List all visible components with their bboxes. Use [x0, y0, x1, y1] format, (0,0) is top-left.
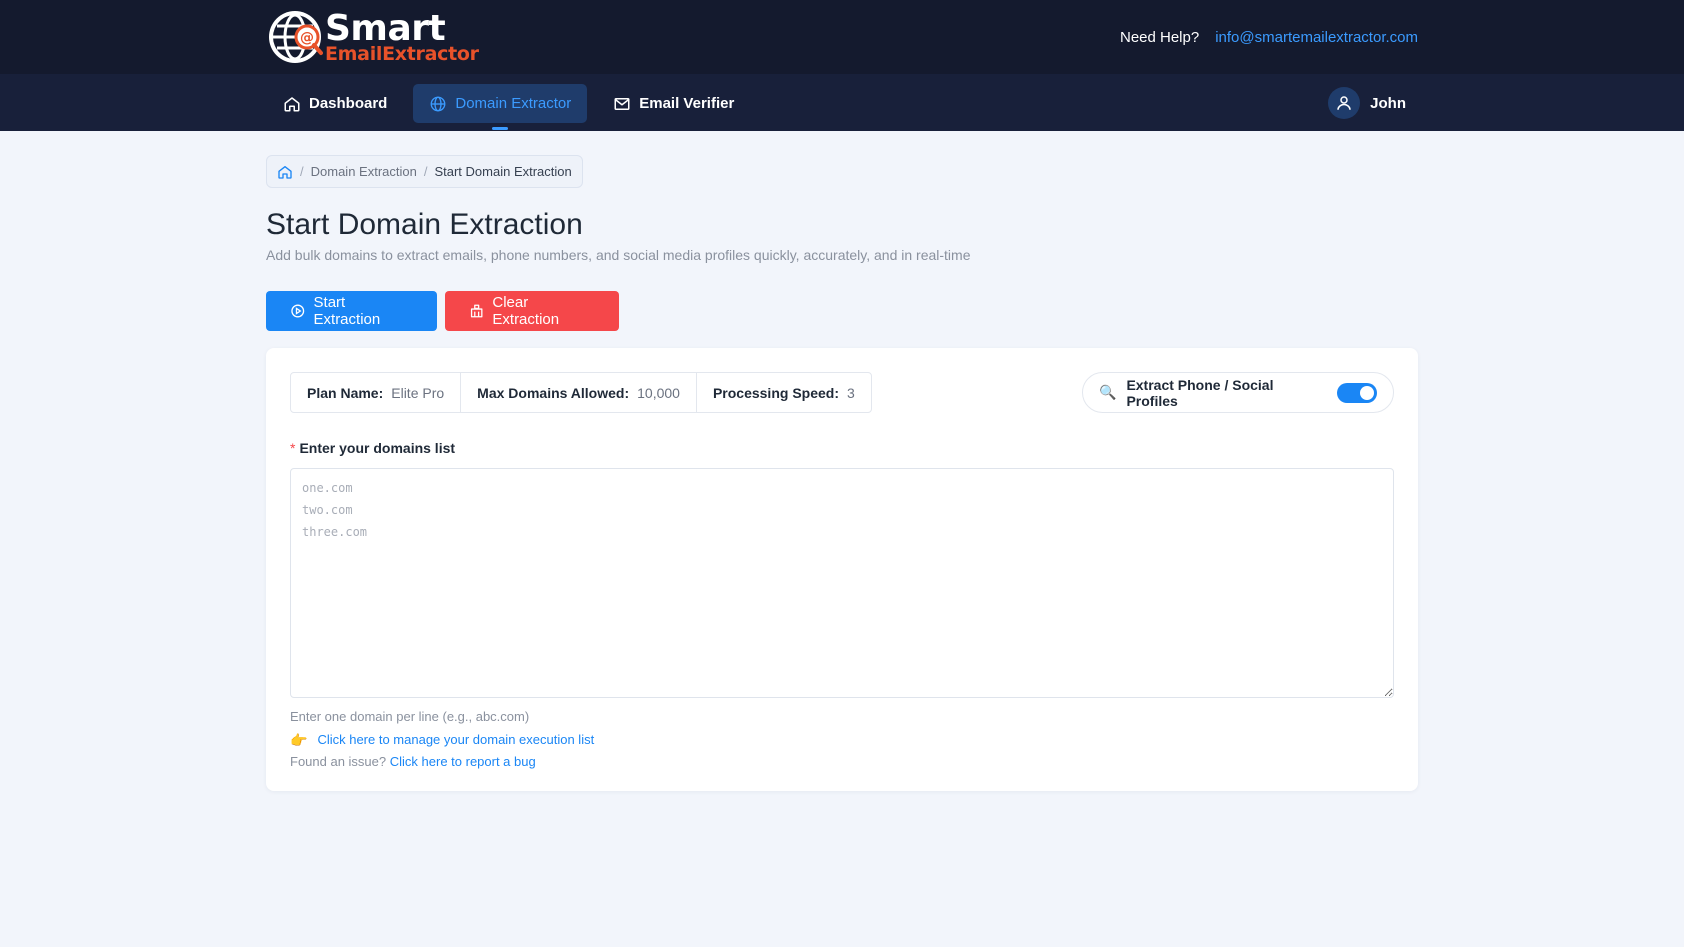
pointing-hand-icon: 👉 [290, 732, 308, 748]
domains-field-label: * Enter your domains list [290, 440, 455, 456]
user-menu[interactable]: John [1328, 87, 1406, 119]
svg-text:@: @ [300, 30, 314, 46]
magnifier-icon: 🔍 [1099, 384, 1117, 400]
home-icon [284, 96, 300, 111]
nav-item-dashboard[interactable]: Dashboard [267, 84, 403, 123]
main-navbar: Dashboard Domain Extractor Email Verifie… [0, 74, 1684, 131]
processing-speed-value: 3 [847, 384, 855, 401]
home-icon[interactable] [277, 164, 293, 180]
breadcrumb-separator: / [423, 164, 428, 179]
report-bug-link[interactable]: Click here to report a bug [390, 754, 536, 769]
required-mark: * [290, 440, 296, 456]
domains-label-text: Enter your domains list [299, 440, 456, 456]
top-header: @ Smart EmailExtractor Need Help? info@s… [0, 0, 1684, 74]
globe-logo-icon: @ [269, 11, 323, 63]
plan-name: Plan Name: Elite Pro [291, 373, 462, 412]
report-bug-row: Found an issue? Click here to report a b… [290, 754, 536, 769]
max-domains-value: 10,000 [637, 384, 680, 401]
logo-subtitle: EmailExtractor [325, 42, 479, 65]
plan-name-value: Elite Pro [391, 384, 445, 401]
user-icon [1337, 96, 1351, 110]
play-circle-icon [291, 304, 305, 318]
nav-label-dashboard: Dashboard [309, 95, 388, 112]
breadcrumb-item-current: Start Domain Extraction [434, 164, 572, 179]
mail-icon [614, 97, 630, 110]
nav-label-domain-extractor: Domain Extractor [455, 95, 572, 112]
nav-item-domain-extractor[interactable]: Domain Extractor [413, 84, 588, 130]
user-name: John [1370, 94, 1406, 112]
logo[interactable]: @ Smart EmailExtractor [267, 9, 479, 65]
start-extraction-button[interactable]: Start Extraction [266, 291, 437, 331]
domains-textarea[interactable] [290, 468, 1394, 698]
manage-list-link[interactable]: Click here to manage your domain executi… [317, 732, 594, 749]
nav-label-email-verifier: Email Verifier [639, 95, 735, 112]
clear-extraction-button[interactable]: Clear Extraction [445, 291, 619, 331]
plan-name-label: Plan Name: [307, 384, 384, 401]
max-domains-label: Max Domains Allowed: [477, 384, 630, 401]
breadcrumb-item-domain-extraction[interactable]: Domain Extraction [311, 164, 417, 179]
breadcrumb: / Domain Extraction / Start Domain Extra… [266, 155, 583, 188]
bug-prefix: Found an issue? [290, 754, 387, 769]
breadcrumb-separator: / [300, 164, 304, 179]
extract-profiles-switch[interactable] [1337, 382, 1377, 403]
clear-icon [470, 304, 483, 318]
extract-profiles-label: Extract Phone / Social Profiles [1126, 376, 1274, 409]
manage-list-row: 👉 Click here to manage your domain execu… [290, 732, 594, 749]
domains-hint: Enter one domain per line (e.g., abc.com… [290, 709, 530, 724]
help-contact: Need Help? info@smartemailextractor.com [1120, 29, 1418, 46]
processing-speed-label: Processing Speed: [712, 384, 839, 401]
extraction-card: Plan Name: Elite Pro Max Domains Allowed… [266, 348, 1418, 791]
page-subtitle: Add bulk domains to extract emails, phon… [266, 247, 971, 263]
globe-icon [430, 96, 446, 111]
logo-title: Smart [325, 7, 446, 49]
avatar[interactable] [1328, 87, 1361, 119]
help-email-link[interactable]: info@smartemailextractor.com [1215, 29, 1418, 46]
help-label: Need Help? [1119, 29, 1200, 46]
max-domains: Max Domains Allowed: 10,000 [461, 373, 697, 412]
start-extraction-label: Start Extraction [313, 294, 381, 328]
extract-profiles-toggle-box: 🔍 Extract Phone / Social Profiles [1082, 372, 1394, 413]
clear-extraction-label: Clear Extraction [492, 294, 560, 328]
processing-speed: Processing Speed: 3 [697, 373, 871, 412]
nav-item-email-verifier[interactable]: Email Verifier [597, 84, 750, 123]
page-title: Start Domain Extraction [266, 208, 583, 241]
plan-info: Plan Name: Elite Pro Max Domains Allowed… [290, 372, 872, 413]
